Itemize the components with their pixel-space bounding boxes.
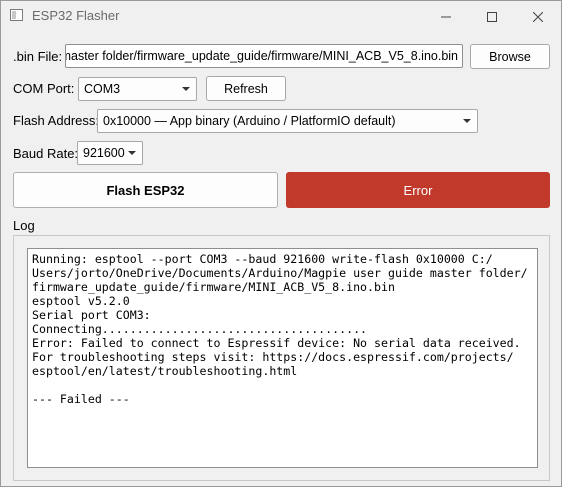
title-bar[interactable]: ESP32 Flasher — [1, 1, 561, 32]
log-group: Running: esptool --port COM3 --baud 9216… — [13, 235, 550, 481]
bin-file-label: .bin File: — [13, 49, 63, 64]
chevron-down-icon — [463, 119, 471, 123]
refresh-button[interactable]: Refresh — [206, 76, 286, 101]
com-port-select[interactable]: COM3 — [78, 77, 197, 101]
flash-esp32-button[interactable]: Flash ESP32 — [13, 172, 278, 208]
flash-address-label: Flash Address: — [13, 113, 99, 128]
baud-rate-select[interactable]: 921600 — [77, 141, 143, 165]
maximize-button[interactable] — [469, 1, 515, 32]
com-port-label: COM Port: — [13, 81, 75, 96]
status-error-button[interactable]: Error — [286, 172, 550, 208]
browse-button[interactable]: Browse — [470, 44, 550, 69]
app-window-icon — [10, 9, 23, 21]
flash-address-select[interactable]: 0x10000 — App binary (Arduino / Platform… — [97, 109, 478, 133]
bin-file-path-input[interactable]: C:/Users/jorto/OneDrive/Documents/Arduin… — [65, 44, 463, 68]
com-port-value: COM3 — [84, 82, 121, 96]
chevron-down-icon — [128, 151, 136, 155]
maximize-icon — [487, 11, 497, 22]
flash-address-value: 0x10000 — App binary (Arduino / Platform… — [103, 114, 396, 128]
window-title: ESP32 Flasher — [32, 8, 120, 23]
log-label: Log — [13, 218, 35, 233]
close-icon — [533, 11, 543, 22]
baud-rate-label: Baud Rate: — [13, 146, 79, 161]
bin-file-path-text: C:/Users/jorto/OneDrive/Documents/Arduin… — [66, 49, 458, 63]
close-button[interactable] — [515, 1, 561, 32]
minimize-icon — [441, 16, 451, 17]
log-output[interactable]: Running: esptool --port COM3 --baud 9216… — [27, 248, 538, 468]
baud-rate-value: 921600 — [83, 146, 125, 160]
minimize-button[interactable] — [423, 1, 469, 32]
chevron-down-icon — [182, 87, 190, 91]
esp32-flasher-window: ESP32 Flasher .bin File: C:/Users/jorto/… — [0, 0, 562, 487]
